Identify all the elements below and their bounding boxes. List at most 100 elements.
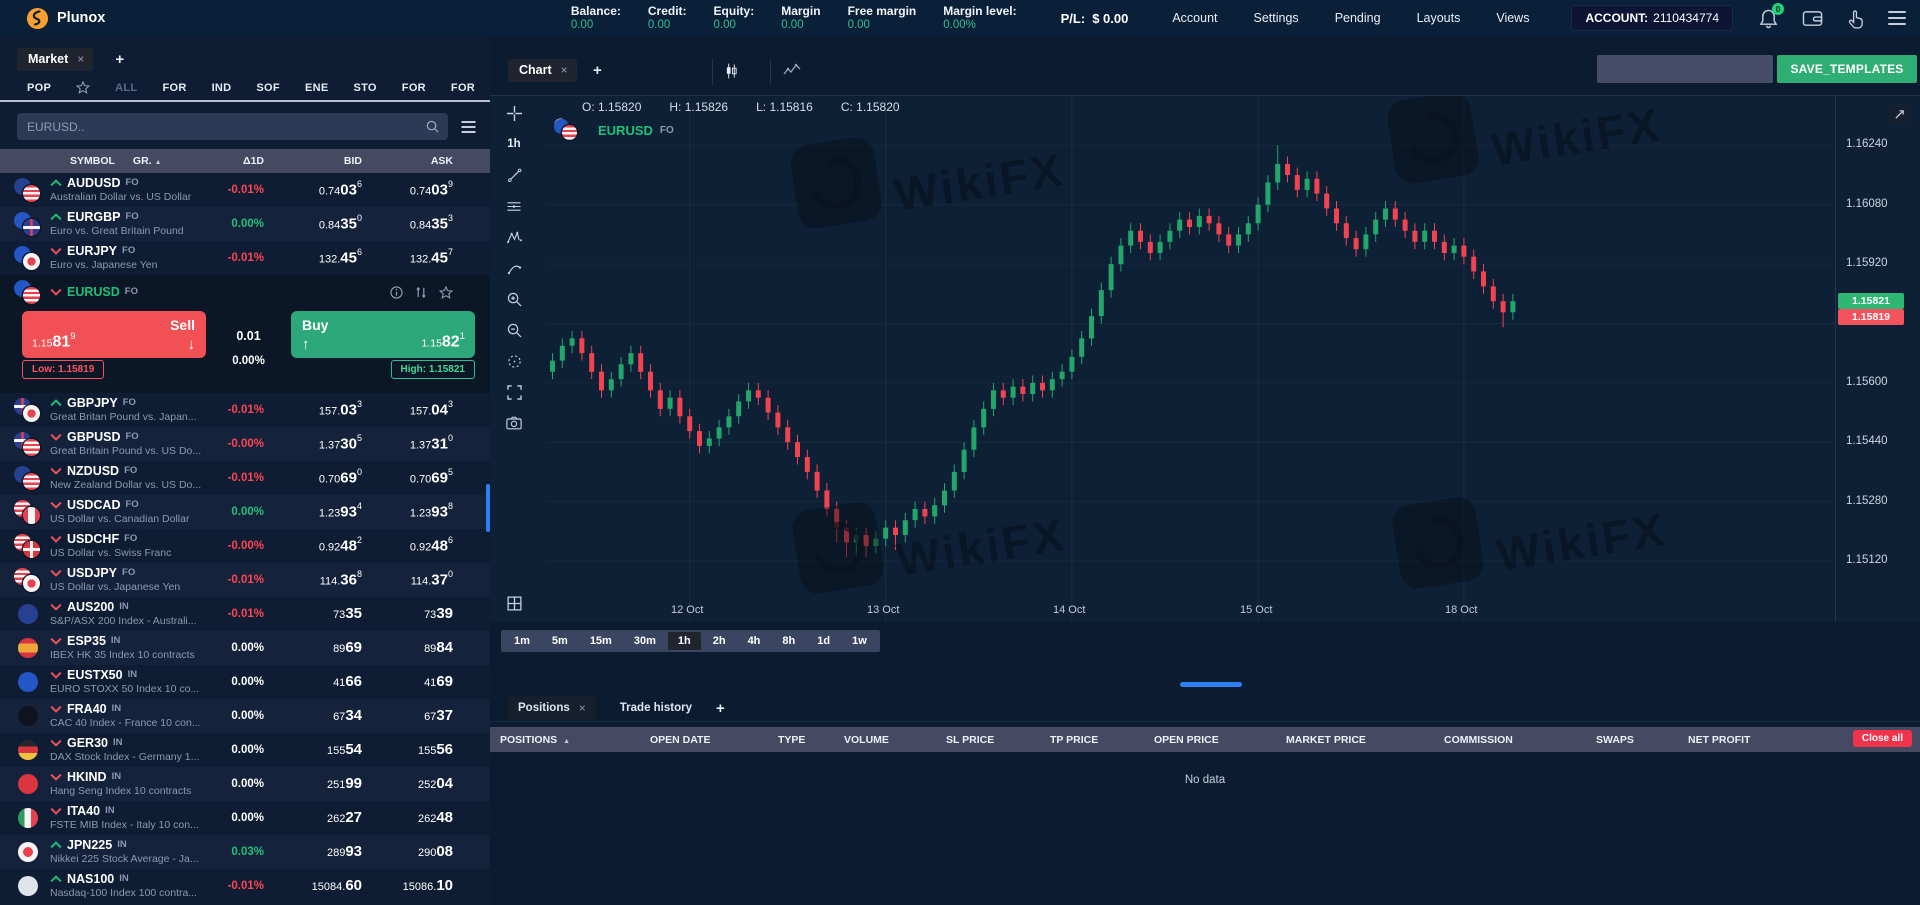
timeframe-8h[interactable]: 8h [772, 632, 805, 650]
row-bid[interactable]: 0.84350 [264, 214, 362, 233]
top-menu-item-layouts[interactable]: Layouts [1417, 11, 1461, 25]
candlestick-style-icon[interactable] [725, 63, 738, 79]
volume-block[interactable]: 0.01 0.00% [206, 309, 291, 367]
watchlist-row-gbpusd[interactable]: GBPUSD FO Great Britain Pound vs. US Do.… [0, 427, 490, 461]
add-chart-tab-button[interactable]: + [593, 62, 602, 79]
positions-col-market-price[interactable]: MARKET PRICE [1286, 734, 1444, 746]
category-tab-pop[interactable]: POP [27, 82, 51, 94]
timeframe-30m[interactable]: 30m [624, 632, 666, 650]
compare-bars-icon[interactable] [415, 286, 427, 299]
buy-button[interactable]: Buy ↑ 1.15821 [291, 311, 475, 358]
hamburger-menu-icon[interactable] [1888, 11, 1906, 25]
volume-value[interactable]: 0.01 [206, 329, 291, 343]
crosshair-tool-icon[interactable] [503, 104, 525, 122]
row-bid[interactable]: 7335 [264, 605, 362, 623]
category-tab-sto[interactable]: STO [353, 82, 376, 94]
col-group[interactable]: GR.▲ [133, 155, 162, 167]
watchlist-row-ita40[interactable]: ITA40 IN FSTE MIB Index - Italy 10 con..… [0, 801, 490, 835]
positions-col-commission[interactable]: COMMISSION [1444, 734, 1596, 746]
camera-tool-icon[interactable] [503, 414, 525, 432]
timeframe-1w[interactable]: 1w [842, 632, 877, 650]
positions-col-tp-price[interactable]: TP PRICE [1050, 734, 1154, 746]
row-bid[interactable]: 15554 [264, 741, 362, 759]
row-ask[interactable]: 15086.10 [362, 877, 453, 895]
row-ask[interactable]: 1.37310 [362, 434, 453, 453]
positions-col-volume[interactable]: VOLUME [844, 734, 946, 746]
template-name-input[interactable] [1597, 55, 1773, 83]
row-bid[interactable]: 132.456 [264, 248, 362, 267]
watchlist-row-usdjpy[interactable]: USDJPY FO US Dollar vs. Japanese Yen -0.… [0, 563, 490, 597]
watchlist-row-audusd[interactable]: AUDUSD FO Australian Dollar vs. US Dolla… [0, 173, 490, 207]
row-bid[interactable]: 114.368 [264, 570, 362, 589]
top-menu-item-views[interactable]: Views [1496, 11, 1529, 25]
row-ask[interactable]: 8984 [362, 639, 453, 657]
row-ask[interactable]: 0.84353 [362, 214, 453, 233]
close-all-button[interactable]: Close all [1853, 730, 1912, 747]
watchlist-row-usdchf[interactable]: USDCHF FO US Dollar vs. Swiss Franc -0.0… [0, 529, 490, 563]
timeframe-2h[interactable]: 2h [703, 632, 736, 650]
row-bid[interactable]: 4166 [264, 673, 362, 691]
watchlist-row-nas100[interactable]: NAS100 IN Nasdaq-100 Index 100 contra...… [0, 869, 490, 903]
timeframe-1h[interactable]: 1h [668, 632, 701, 650]
pointer-hand-icon[interactable] [1847, 8, 1864, 29]
save-templates-button[interactable]: SAVE_TEMPLATES [1777, 55, 1917, 83]
positions-col-positions[interactable]: POSITIONS ▲ [500, 734, 650, 746]
category-tab-ene[interactable]: ENE [305, 82, 329, 94]
category-tab-ind[interactable]: IND [212, 82, 232, 94]
row-bid[interactable]: 1.23934 [264, 502, 362, 521]
watchlist-row-jpn225[interactable]: JPN225 IN Nikkei 225 Stock Average - Ja.… [0, 835, 490, 869]
top-menu-item-account[interactable]: Account [1172, 11, 1217, 25]
timeframe-15m[interactable]: 15m [580, 632, 622, 650]
line-chart-style-icon[interactable] [783, 63, 801, 76]
row-ask[interactable]: 29008 [362, 843, 453, 861]
row-ask[interactable]: 6737 [362, 707, 453, 725]
top-menu-item-settings[interactable]: Settings [1254, 11, 1299, 25]
row-bid[interactable]: 25199 [264, 775, 362, 793]
row-ask[interactable]: 157.043 [362, 400, 453, 419]
top-menu-item-pending[interactable]: Pending [1335, 11, 1381, 25]
timeframe-1m[interactable]: 1m [504, 632, 540, 650]
row-ask[interactable]: 25204 [362, 775, 453, 793]
watchlist-row-aus200[interactable]: AUS200 IN S&P/ASX 200 Index - Australi..… [0, 597, 490, 631]
col-change[interactable]: Δ1D [189, 155, 264, 167]
pattern-tool-icon[interactable] [503, 228, 525, 246]
watchlist-row-eustx50[interactable]: EUSTX50 IN EURO STOXX 50 Index 10 co... … [0, 665, 490, 699]
zoomout-tool-icon[interactable] [503, 321, 525, 339]
info-icon[interactable] [390, 286, 403, 299]
tab-chart-close-icon[interactable]: × [561, 63, 568, 77]
row-ask[interactable]: 132.457 [362, 248, 453, 267]
add-watchlist-tab-button[interactable]: + [115, 51, 124, 68]
row-ask[interactable]: 4169 [362, 673, 453, 691]
tab-trade-history[interactable]: Trade history [620, 702, 692, 714]
dotcircle-tool-icon[interactable] [503, 352, 525, 370]
tab-positions-close-icon[interactable]: × [579, 701, 586, 715]
row-ask[interactable]: 0.70695 [362, 468, 453, 487]
row-ask[interactable]: 7339 [362, 605, 453, 623]
zoomin-tool-icon[interactable] [503, 290, 525, 308]
row-bid[interactable]: 8969 [264, 639, 362, 657]
positions-col-swaps[interactable]: SWAPS [1596, 734, 1688, 746]
trendline-tool-icon[interactable] [503, 166, 525, 184]
row-ask[interactable]: 114.370 [362, 570, 453, 589]
row-bid[interactable]: 0.70690 [264, 468, 362, 487]
row-ask[interactable]: 1.23938 [362, 502, 453, 521]
category-tab-sof[interactable]: SOF [256, 82, 280, 94]
tab-market-close-icon[interactable]: × [77, 52, 84, 66]
watchlist-row-eurjpy[interactable]: EURJPY FO Euro vs. Japanese Yen -0.01% 1… [0, 241, 490, 275]
timeframe-1d[interactable]: 1d [807, 632, 840, 650]
timeframe-4h[interactable]: 4h [738, 632, 771, 650]
row-ask[interactable]: 0.92486 [362, 536, 453, 555]
positions-col-sl-price[interactable]: SL PRICE [946, 734, 1050, 746]
row-ask[interactable]: 15556 [362, 741, 453, 759]
add-panel-tab-button[interactable]: + [716, 700, 725, 717]
row-bid[interactable]: 15084.60 [264, 877, 362, 895]
fullscreen-tool-icon[interactable] [503, 383, 525, 401]
col-bid[interactable]: BID [264, 155, 362, 167]
tab-positions[interactable]: Positions × [508, 696, 596, 720]
row-bid[interactable]: 6734 [264, 707, 362, 725]
row-bid[interactable]: 157.033 [264, 400, 362, 419]
notifications-bell-icon[interactable]: 0 [1759, 8, 1778, 29]
panel-resize-handle[interactable] [1180, 682, 1242, 687]
positions-col-type[interactable]: TYPE [778, 734, 844, 746]
category-star-icon[interactable] [76, 81, 90, 94]
